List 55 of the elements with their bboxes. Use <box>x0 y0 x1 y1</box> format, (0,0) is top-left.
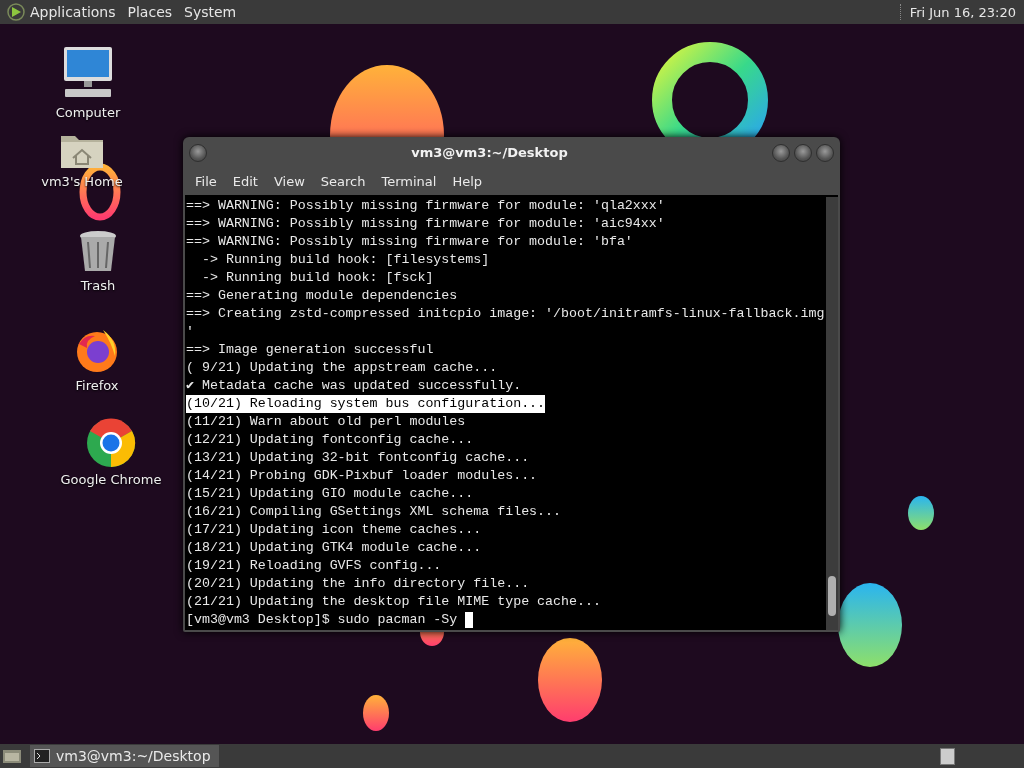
window-menu-button[interactable] <box>189 143 207 162</box>
command-prompt: [vm3@vm3 Desktop]$ sudo pacman -Sy <box>186 611 458 629</box>
menu-item[interactable]: Help <box>444 174 491 189</box>
terminal-line: (21/21) Updating the desktop file MIME type cache... <box>186 593 601 611</box>
terminal-line: ==> WARNING: Possibly missing firmware for module: 'aic94xx' <box>186 215 665 233</box>
icon-label: Computer <box>55 105 121 120</box>
terminal-line: (11/21) Warn about old perl modules <box>186 413 466 431</box>
terminal-line: (20/21) Updating the info directory file... <box>186 575 530 593</box>
desktop-icon[interactable]: Computer <box>36 45 140 120</box>
terminal-line: ==> Creating zstd-compressed initcpio image: '/boot/initramfs-linux-fallback.img <box>186 305 825 323</box>
minimize-button[interactable] <box>772 143 790 162</box>
terminal-line: (13/21) Updating 32-bit fontconfig cache... <box>186 449 530 467</box>
menu-item[interactable]: Terminal <box>373 174 445 189</box>
desktop-icon[interactable]: Google Chrome <box>61 418 161 487</box>
trash-can-icon <box>78 230 118 274</box>
terminal-line: (15/21) Updating GIO module cache... <box>186 485 474 503</box>
desktop-icon[interactable]: Firefox <box>45 326 149 393</box>
terminal-line: -> Running build hook: [filesystems] <box>200 251 490 269</box>
maximize-button[interactable] <box>794 143 812 162</box>
desktop-icon[interactable]: Trash <box>46 230 150 293</box>
scrollbar-thumb[interactable] <box>828 576 836 616</box>
workspace-switcher[interactable] <box>940 747 955 765</box>
terminal-line: ( 9/21) Updating the appstream cache... <box>186 359 498 377</box>
terminal-line: (18/21) Updating GTK4 module cache... <box>186 539 482 557</box>
terminal-line: (16/21) Compiling GSettings XML schema files... <box>186 503 562 521</box>
icon-label: Firefox <box>75 378 119 393</box>
text-cursor <box>465 612 474 628</box>
terminal-line: (14/21) Probing GDK-Pixbuf loader modules... <box>186 467 538 485</box>
window-title: vm3@vm3:~/Desktop <box>410 145 569 160</box>
terminal-line: ==> WARNING: Possibly missing firmware for module: 'bfa' <box>186 233 633 251</box>
scrollbar[interactable] <box>826 197 838 630</box>
panel-menu[interactable]: Places <box>121 4 179 20</box>
terminal-line: -> Running build hook: [fsck] <box>200 269 434 287</box>
terminal-line: ==> Generating module dependencies <box>186 287 458 305</box>
browser-logo-icon <box>86 418 136 468</box>
menu-item[interactable]: Edit <box>224 174 266 189</box>
terminal-icon <box>34 749 50 763</box>
terminal-line: ' <box>186 323 194 341</box>
menu-item[interactable]: File <box>187 174 225 189</box>
play-logo-icon <box>6 2 26 22</box>
panel-menu[interactable]: Applications <box>0 2 122 22</box>
clock[interactable]: Fri Jun 16, 23:20 <box>909 4 1024 20</box>
panel-menu[interactable]: System <box>178 4 243 20</box>
taskbar-button[interactable]: vm3@vm3:~/Desktop <box>30 745 219 767</box>
menu-item[interactable]: View <box>265 174 313 189</box>
menu-item[interactable]: Search <box>312 174 374 189</box>
close-button[interactable] <box>816 143 834 162</box>
terminal-line: ==> Image generation successful <box>186 341 434 359</box>
icon-label: Trash <box>80 278 116 293</box>
terminal-line: (17/21) Updating icon theme caches... <box>186 521 482 539</box>
terminal-line: (12/21) Updating fontconfig cache... <box>186 431 474 449</box>
terminal-line: (19/21) Reloading GVFS config... <box>186 557 442 575</box>
terminal-line: ✔ Metadata cache was updated successfully. <box>186 377 522 395</box>
terminal-line: ==> WARNING: Possibly missing firmware for module: 'qla2xxx' <box>186 197 665 215</box>
icon-label: Google Chrome <box>60 472 162 487</box>
